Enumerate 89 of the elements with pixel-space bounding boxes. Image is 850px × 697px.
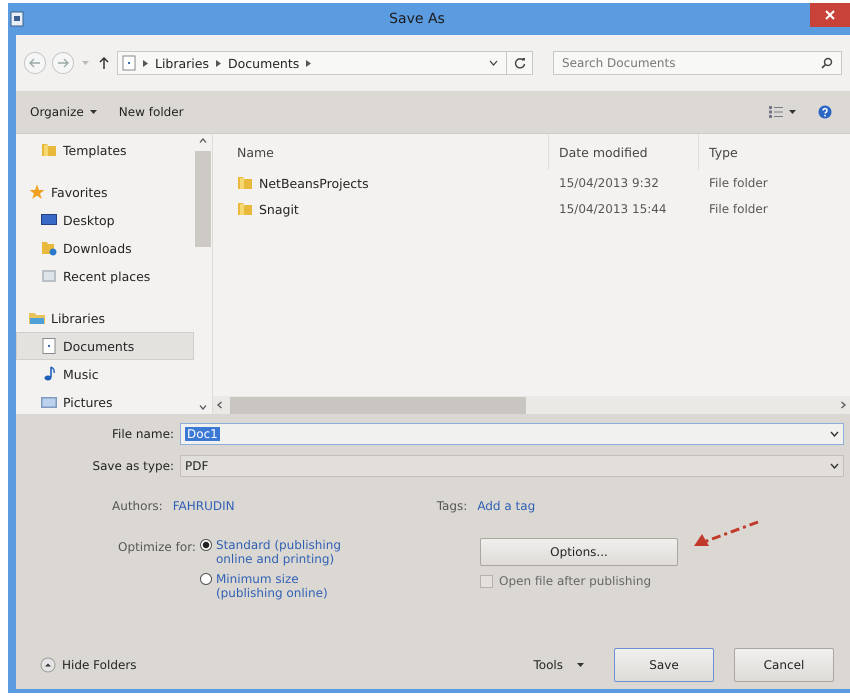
sidebar-item[interactable]: Favorites <box>16 178 194 206</box>
chevron-down-icon <box>830 463 839 469</box>
document-icon <box>10 11 24 27</box>
field-label: File name: <box>111 427 175 441</box>
column-header[interactable]: Name <box>213 134 549 170</box>
annotation-arrow <box>692 520 760 548</box>
radio-button[interactable] <box>200 573 212 585</box>
folder-icon <box>237 175 253 191</box>
chevron-right-icon <box>216 60 221 66</box>
breadcrumb-item[interactable]: Libraries <box>155 56 209 70</box>
field-label: Authors: <box>112 499 163 513</box>
cancel-button[interactable]: Cancel <box>734 648 834 682</box>
sidebar-item[interactable]: Downloads <box>16 234 194 262</box>
sidebar-item[interactable]: Templates <box>16 136 194 164</box>
scrollbar-thumb[interactable] <box>230 396 526 414</box>
file-name[interactable]: Snagit <box>213 201 549 217</box>
refresh-button[interactable] <box>507 51 533 75</box>
close-icon <box>825 10 835 20</box>
refresh-icon <box>514 57 526 69</box>
recent-dropdown-button[interactable] <box>80 59 91 67</box>
up-arrow-icon <box>99 57 109 69</box>
radio-option[interactable]: Minimum size (publishing online) <box>200 572 360 600</box>
toolbar-button[interactable]: Organize <box>26 103 101 121</box>
chevron-right-icon <box>143 60 148 66</box>
search-icon <box>821 57 833 69</box>
folder-icon <box>237 201 253 217</box>
save-button[interactable]: Save <box>614 648 714 682</box>
caret-icon <box>82 61 89 65</box>
file-type-dropdown[interactable]: PDF <box>180 455 844 477</box>
forward-arrow-icon <box>57 58 69 68</box>
file-name[interactable]: NetBeansProjects <box>213 175 549 191</box>
chevron-down-icon <box>830 431 839 437</box>
chevron-left-icon <box>217 401 222 409</box>
chevron-right-icon <box>841 401 846 409</box>
chevron-down-icon <box>489 60 498 66</box>
table-cell-text: File folder <box>708 202 769 216</box>
window-title: Save As <box>388 11 446 27</box>
sidebar-item[interactable]: Documents <box>16 332 194 360</box>
breadcrumb-item[interactable]: Documents <box>228 56 300 70</box>
up-button[interactable] <box>97 55 111 71</box>
search-box[interactable]: Search Documents <box>553 51 842 75</box>
document-icon <box>41 338 57 354</box>
recent-places-icon <box>41 268 57 284</box>
back-arrow-icon <box>29 58 41 68</box>
library-document-icon <box>122 55 136 71</box>
chevron-down-icon <box>199 405 207 410</box>
libraries-icon <box>29 310 45 326</box>
table-cell-text: 15/04/2013 9:32 <box>558 176 660 190</box>
desktop-icon <box>41 212 57 228</box>
star-icon <box>29 184 45 200</box>
sidebar-item[interactable]: Desktop <box>16 206 194 234</box>
search-field[interactable]: Search Documents <box>554 55 821 71</box>
scrollbar-thumb[interactable] <box>195 151 211 247</box>
table-cell-text: 15/04/2013 15:44 <box>558 202 668 216</box>
chevron-up-icon <box>199 138 207 143</box>
table-cell-text: File folder <box>708 176 769 190</box>
caret-icon <box>789 110 796 114</box>
column-header[interactable]: Type <box>699 134 809 170</box>
sidebar-item[interactable]: Pictures <box>16 388 194 416</box>
caret-icon <box>577 663 584 667</box>
column-header[interactable]: Date modified <box>549 134 699 170</box>
sidebar-item[interactable]: Libraries <box>16 304 194 332</box>
sidebar-item[interactable]: Music <box>16 360 194 388</box>
field-label: Tags: <box>436 499 468 513</box>
field-label: Save as type: <box>91 459 175 473</box>
folder-icon <box>41 142 57 158</box>
field-label: Optimize for: <box>118 540 196 556</box>
tags-link[interactable]: Add a tag <box>477 499 536 513</box>
horizontal-scrollbar[interactable] <box>213 396 850 414</box>
list-view-icon <box>769 106 783 118</box>
tools-dropdown[interactable]: Tools <box>531 656 586 674</box>
hide-folders-button[interactable]: Hide Folders <box>38 655 139 675</box>
address-bar[interactable]: Libraries Documents <box>117 51 507 75</box>
toolbar-button[interactable]: New folder <box>114 103 188 121</box>
file-name-field[interactable]: Doc1 <box>180 423 844 445</box>
help-icon <box>818 105 832 119</box>
radio-button[interactable] <box>200 539 212 551</box>
folder-download-icon <box>41 240 57 256</box>
options-button[interactable]: Options... <box>480 538 678 566</box>
back-button[interactable] <box>24 52 46 74</box>
pictures-icon <box>41 394 57 410</box>
authors-link[interactable]: FAHRUDIN <box>172 499 437 513</box>
forward-button[interactable] <box>52 52 74 74</box>
chevron-right-icon <box>306 60 312 66</box>
close-button[interactable] <box>810 3 850 27</box>
caret-icon <box>90 110 97 114</box>
collapse-icon <box>40 657 56 673</box>
sidebar-item[interactable]: Recent places <box>16 262 194 290</box>
radio-option[interactable]: Standard (publishing online and printing) <box>200 538 360 566</box>
